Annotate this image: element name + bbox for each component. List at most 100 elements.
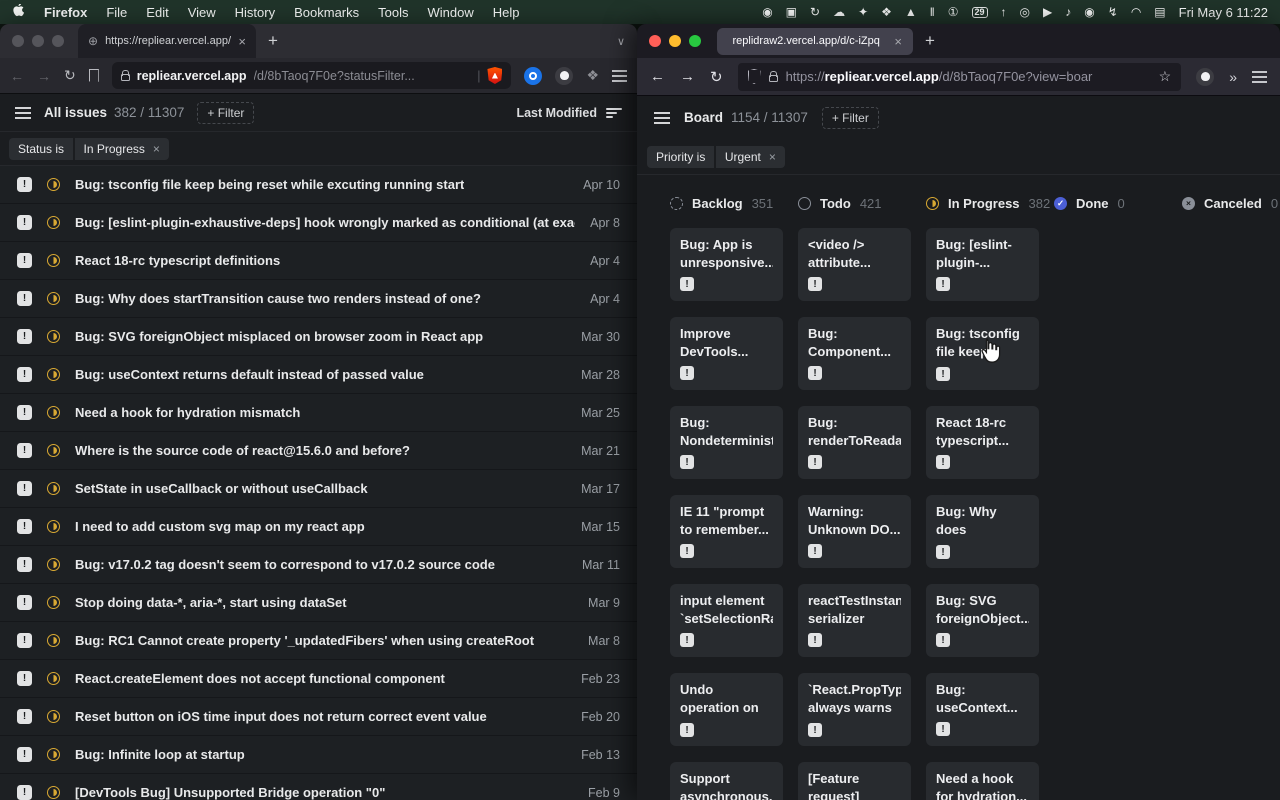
right-address-bar[interactable]: https:// repliear.vercel.app /d/8bTaoq7F… — [738, 63, 1182, 91]
battery-charging-icon[interactable]: ↯ — [1108, 6, 1118, 18]
tracking-protection-shield-icon[interactable] — [748, 69, 761, 84]
sort-order-label[interactable]: Last Modified — [516, 106, 597, 120]
issue-card[interactable]: Bug: SVG foreignObject... — [926, 584, 1039, 657]
urgent-priority-icon[interactable] — [17, 291, 32, 306]
cloud-icon[interactable]: ☁ — [833, 6, 845, 18]
reload-button[interactable]: ↻ — [64, 67, 76, 84]
status-filter-chip[interactable]: Status is In Progress × — [9, 138, 169, 160]
power-icon[interactable]: ◎ — [1020, 6, 1030, 18]
sidebar-menu-icon[interactable] — [654, 117, 670, 119]
menu-item-bookmarks[interactable]: Bookmarks — [294, 5, 359, 20]
bookmark-star-icon[interactable]: ☆ — [1159, 68, 1172, 85]
issue-card[interactable]: Bug: Nondeterminist. — [670, 406, 783, 479]
issue-card[interactable]: React 18-rc typescript... — [926, 406, 1039, 479]
screen-capture-icon[interactable]: ▣ — [786, 6, 797, 18]
issue-row[interactable]: Need a hook for hydration mismatch Mar 2… — [0, 394, 637, 432]
issue-card[interactable]: Bug: tsconfig file keep bein... — [926, 317, 1039, 390]
reload-button[interactable]: ↻ — [710, 68, 723, 86]
dropbox-icon[interactable]: ❖ — [881, 6, 892, 18]
tab-close-icon[interactable]: × — [238, 34, 246, 49]
issue-card[interactable]: <video /> attribute... — [798, 228, 911, 301]
onepassword-extension-icon[interactable] — [524, 67, 542, 85]
urgent-priority-icon[interactable] — [17, 443, 32, 458]
menu-item-help[interactable]: Help — [493, 5, 520, 20]
urgent-priority-icon[interactable] — [17, 709, 32, 724]
urgent-priority-icon[interactable] — [17, 405, 32, 420]
issue-card[interactable]: input element `setSelectionRa — [670, 584, 783, 657]
menu-item-window[interactable]: Window — [428, 5, 474, 20]
account-icon[interactable]: ◉ — [1084, 6, 1094, 18]
in-progress-status-icon[interactable] — [47, 368, 60, 381]
urgent-priority-icon[interactable] — [17, 253, 32, 268]
urgent-priority-icon[interactable] — [17, 367, 32, 382]
new-tab-button[interactable]: + — [925, 31, 935, 51]
onepassword-icon[interactable]: ① — [948, 6, 959, 18]
browser-menu-icon[interactable] — [1252, 76, 1267, 78]
sidebar-menu-icon[interactable] — [15, 112, 31, 114]
issue-card[interactable]: Warning: Unknown DO... — [798, 495, 911, 568]
filter-field-label[interactable]: Priority is — [647, 146, 714, 168]
issue-card[interactable]: Undo operation on text input... — [670, 673, 783, 746]
urgent-priority-icon[interactable] — [17, 785, 32, 800]
issue-card[interactable]: Improve DevTools... — [670, 317, 783, 390]
play-icon[interactable]: ▶ — [1043, 6, 1052, 18]
menu-item-view[interactable]: View — [188, 5, 216, 20]
in-progress-status-icon[interactable] — [47, 444, 60, 457]
menu-item-tools[interactable]: Tools — [378, 5, 408, 20]
minimize-window-button[interactable] — [669, 35, 681, 47]
priority-filter-chip[interactable]: Priority is Urgent × — [647, 146, 785, 168]
issue-card[interactable]: reactTestInstance serializer — [798, 584, 911, 657]
urgent-priority-icon[interactable] — [17, 519, 32, 534]
volume-icon[interactable]: ♪ — [1065, 6, 1071, 18]
record-icon[interactable]: ◉ — [762, 6, 772, 18]
zoom-window-button[interactable] — [689, 35, 701, 47]
apple-menu-icon[interactable] — [12, 4, 28, 20]
in-progress-status-icon[interactable] — [47, 786, 60, 799]
github-extension-icon[interactable] — [555, 67, 573, 85]
issue-row[interactable]: [DevTools Bug] Unsupported Bridge operat… — [0, 774, 637, 800]
window-manager-icon[interactable]: ‖ — [930, 6, 935, 18]
sort-icon[interactable] — [606, 107, 622, 119]
issue-row[interactable]: React 18-rc typescript definitions Apr 4 — [0, 242, 637, 280]
menu-item-history[interactable]: History — [235, 5, 275, 20]
stage-manager-icon[interactable]: ▤ — [1154, 6, 1165, 18]
issue-card[interactable]: `React.PropType always warns ab — [798, 673, 911, 746]
menu-item-firefox[interactable]: Firefox — [44, 5, 87, 20]
issue-card[interactable]: IE 11 "prompt to remember... — [670, 495, 783, 568]
forward-button[interactable]: → — [680, 68, 695, 85]
in-progress-status-icon[interactable] — [47, 520, 60, 533]
urgent-priority-icon[interactable] — [17, 177, 32, 192]
docker-icon[interactable]: ✦ — [858, 6, 868, 18]
urgent-priority-icon[interactable] — [17, 481, 32, 496]
overflow-menu-icon[interactable]: » — [1229, 69, 1237, 85]
in-progress-status-icon[interactable] — [47, 482, 60, 495]
issue-card[interactable]: Bug: renderToReadab — [798, 406, 911, 479]
issue-row[interactable]: Bug: tsconfig file keep being reset whil… — [0, 166, 637, 204]
issue-card[interactable]: Need a hook for hydration... — [926, 762, 1039, 800]
share-icon[interactable]: ↑ — [1001, 6, 1007, 18]
in-progress-status-icon[interactable] — [47, 292, 60, 305]
issue-row[interactable]: Bug: RC1 Cannot create property '_update… — [0, 622, 637, 660]
in-progress-status-icon[interactable] — [47, 710, 60, 723]
issue-card[interactable]: Bug: useContext... — [926, 673, 1039, 746]
urgent-priority-icon[interactable] — [17, 595, 32, 610]
left-browser-tab[interactable]: ⊕ https://repliear.vercel.app/d/8b × — [78, 24, 256, 58]
urgent-priority-icon[interactable] — [17, 633, 32, 648]
issue-row[interactable]: Bug: v17.0.2 tag doesn't seem to corresp… — [0, 546, 637, 584]
add-filter-button[interactable]: + Filter — [197, 102, 254, 124]
close-window-button[interactable] — [12, 35, 24, 47]
issue-row[interactable]: Bug: [eslint-plugin-exhaustive-deps] hoo… — [0, 204, 637, 242]
in-progress-status-icon[interactable] — [47, 558, 60, 571]
issue-row[interactable]: Where is the source code of react@15.6.0… — [0, 432, 637, 470]
issue-row[interactable]: Reset button on iOS time input does not … — [0, 698, 637, 736]
vercel-icon[interactable]: ▲ — [905, 6, 917, 18]
in-progress-status-icon[interactable] — [47, 406, 60, 419]
in-progress-status-icon[interactable] — [47, 178, 60, 191]
issue-card[interactable]: [Feature request] expo... — [798, 762, 911, 800]
in-progress-status-icon[interactable] — [47, 672, 60, 685]
extensions-puzzle-icon[interactable]: ❖ — [586, 67, 599, 84]
new-tab-button[interactable]: + — [268, 31, 278, 51]
in-progress-status-icon[interactable] — [47, 596, 60, 609]
bookmark-icon[interactable] — [89, 69, 99, 82]
issue-card[interactable]: Bug: [eslint-plugin-... — [926, 228, 1039, 301]
